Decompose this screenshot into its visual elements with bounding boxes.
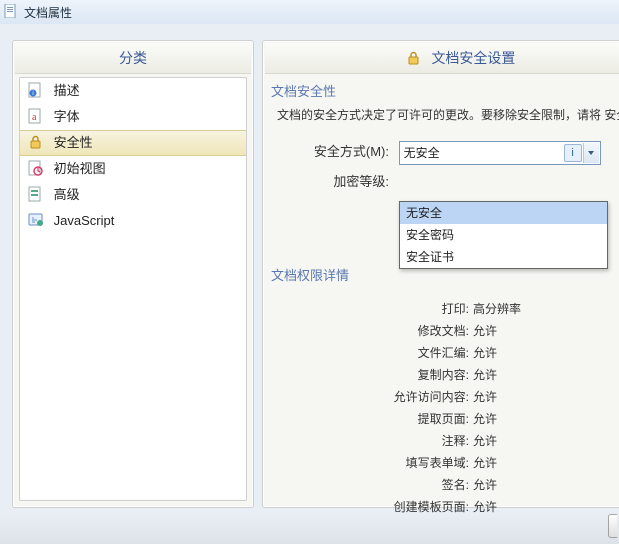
category-item-initial-view[interactable]: 初始视图 (20, 156, 246, 182)
perm-row: 打印: 高分辨率 (269, 298, 619, 320)
perm-label: 签名: (269, 474, 469, 496)
category-item-fonts[interactable]: a 字体 (20, 104, 246, 130)
info-icon: i (28, 82, 44, 98)
perm-label: 提取页面: (269, 408, 469, 430)
dropdown-item[interactable]: 安全密码 (400, 224, 607, 246)
perm-row: 文件汇编: 允许 (269, 342, 619, 364)
label-encryption-level: 加密等级: (269, 171, 389, 190)
dropdown-item[interactable]: 安全证书 (400, 246, 607, 268)
category-item-label: 高级 (54, 187, 80, 202)
info-icon[interactable]: i (564, 144, 582, 162)
perm-row: 提取页面: 允许 (269, 408, 619, 430)
section-desc-security: 文档的安全方式决定了可许可的更改。要移除安全限制，请将 安全 (277, 106, 619, 123)
perm-label: 注释: (269, 430, 469, 452)
perm-value: 允许 (473, 390, 497, 404)
svg-text:i: i (32, 91, 33, 97)
lock-icon (28, 134, 44, 150)
category-list: i 描述 a 字体 安全性 初始视图 高级 JavaScript (19, 77, 247, 501)
perm-row: 签名: 允许 (269, 474, 619, 496)
dropdown-item[interactable]: 无安全 (400, 202, 607, 224)
perm-label: 允许访问内容: (269, 386, 469, 408)
document-icon (4, 4, 18, 18)
security-method-dropdown: 无安全 安全密码 安全证书 (399, 201, 608, 269)
initial-view-icon (28, 160, 44, 176)
perm-value: 允许 (473, 500, 497, 514)
dialog-body: 分类 i 描述 a 字体 安全性 初始视图 高级 (0, 24, 619, 544)
perm-label: 文件汇编: (269, 342, 469, 364)
perm-value: 高分辨率 (473, 302, 521, 316)
category-item-label: 描述 (54, 83, 80, 98)
category-item-label: 安全性 (54, 135, 93, 150)
perm-value: 允许 (473, 456, 497, 470)
combo-security-method-value: 无安全 (404, 144, 440, 161)
category-item-javascript[interactable]: JavaScript (20, 208, 246, 234)
label-security-method: 安全方式(M): (269, 141, 389, 160)
perm-label: 填写表单域: (269, 452, 469, 474)
perm-row: 允许访问内容: 允许 (269, 386, 619, 408)
section-title-security: 文档安全性 (271, 81, 619, 100)
javascript-icon (28, 212, 44, 228)
security-panel-body: 文档安全性 文档的安全方式决定了可许可的更改。要移除安全限制，请将 安全 安全方… (269, 77, 619, 501)
advanced-icon (28, 186, 44, 202)
footer-shadow (0, 514, 619, 544)
window-titlebar: 文档属性 (0, 0, 619, 25)
security-panel-header: 文档安全设置 (265, 43, 619, 74)
lock-icon (406, 50, 422, 66)
category-item-description[interactable]: i 描述 (20, 78, 246, 104)
security-settings-panel: 文档安全设置 文档安全性 文档的安全方式决定了可许可的更改。要移除安全限制，请将… (262, 40, 619, 508)
category-item-security[interactable]: 安全性 (20, 130, 246, 156)
security-panel-title: 文档安全设置 (431, 50, 515, 66)
category-item-label: 初始视图 (54, 161, 106, 176)
perm-row: 填写表单域: 允许 (269, 452, 619, 474)
row-security-method: 安全方式(M): 无安全 i (269, 141, 619, 165)
perm-value: 允许 (473, 412, 497, 426)
svg-text:a: a (32, 112, 37, 123)
perm-label: 打印: (269, 298, 469, 320)
category-panel-header: 分类 (15, 43, 251, 74)
perm-row: 修改文档: 允许 (269, 320, 619, 342)
perm-value: 允许 (473, 324, 497, 338)
perm-label: 修改文档: (269, 320, 469, 342)
window-title: 文档属性 (24, 4, 72, 21)
font-icon: a (28, 108, 44, 124)
row-encryption-level: 加密等级: (269, 171, 619, 195)
category-item-label: JavaScript (54, 213, 115, 228)
perm-value: 允许 (473, 434, 497, 448)
category-panel: 分类 i 描述 a 字体 安全性 初始视图 高级 (12, 40, 254, 508)
chevron-down-icon[interactable] (583, 143, 599, 163)
perm-row: 注释: 允许 (269, 430, 619, 452)
category-item-label: 字体 (54, 109, 80, 124)
category-item-advanced[interactable]: 高级 (20, 182, 246, 208)
perm-label: 复制内容: (269, 364, 469, 386)
perm-value: 允许 (473, 478, 497, 492)
combo-security-method[interactable]: 无安全 i (399, 141, 601, 165)
perm-row: 复制内容: 允许 (269, 364, 619, 386)
perm-value: 允许 (473, 368, 497, 382)
permissions-list: 打印:高分辨率 修改文档:允许 文件汇编:允许 复制内容:允许 允许访问内容:允… (269, 298, 619, 518)
perm-value: 允许 (473, 346, 497, 360)
